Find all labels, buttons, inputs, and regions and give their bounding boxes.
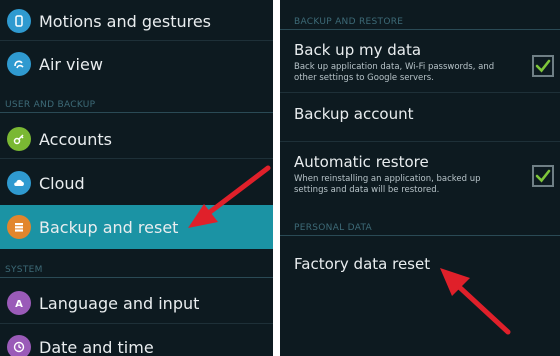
divider [0,40,273,41]
checkmark-icon [535,59,551,73]
divider [280,235,560,236]
settings-list-screen: Motions and gestures Air view USER AND B… [0,0,273,356]
settings-item-label: Backup and reset [39,217,179,237]
divider [0,112,273,113]
factory-data-reset-title: Factory data reset [294,255,431,273]
section-header-backup-restore: BACKUP AND RESTORE [294,17,404,27]
backup-reset-screen: BACKUP AND RESTORE Back up my data Back … [280,0,560,356]
svg-text:A: A [15,299,23,310]
clock-icon [7,335,31,356]
divider [280,141,560,142]
section-header-system: SYSTEM [5,265,43,275]
automatic-restore-summary: When reinstalling an application, backed… [294,174,481,195]
key-icon [7,127,31,151]
settings-item-label: Cloud [39,173,85,193]
divider [280,92,560,93]
backup-my-data-summary: Back up application data, Wi-Fi password… [294,62,495,83]
checkmark-icon [535,169,551,183]
settings-item-label: Air view [39,54,103,74]
divider [0,323,273,324]
divider [280,29,560,30]
backup-icon [7,215,31,239]
annotation-arrow [440,268,511,335]
automatic-restore-title: Automatic restore [294,153,429,171]
cloud-icon [7,171,31,195]
backup-account-title: Backup account [294,105,414,123]
settings-item-label: Accounts [39,129,112,149]
settings-item-motions[interactable]: Motions and gestures [0,4,273,38]
section-header-user-backup: USER AND BACKUP [5,100,96,110]
backup-my-data-title: Back up my data [294,41,422,59]
language-icon: A [7,291,31,315]
settings-item-air-view[interactable]: Air view [0,47,273,81]
settings-item-date-time[interactable]: Date and time [0,330,273,356]
automatic-restore-checkbox[interactable] [532,165,554,187]
air-view-icon [7,52,31,76]
settings-item-label: Language and input [39,293,200,313]
divider [0,277,273,278]
settings-item-accounts[interactable]: Accounts [0,122,273,156]
annotation-arrow [188,165,271,228]
settings-item-label: Motions and gestures [39,11,212,31]
backup-my-data-checkbox[interactable] [532,55,554,77]
settings-item-label: Date and time [39,337,154,356]
settings-item-language[interactable]: A Language and input [0,286,273,320]
motion-icon [7,9,31,33]
divider [0,158,273,159]
section-header-personal-data: PERSONAL DATA [294,223,373,233]
